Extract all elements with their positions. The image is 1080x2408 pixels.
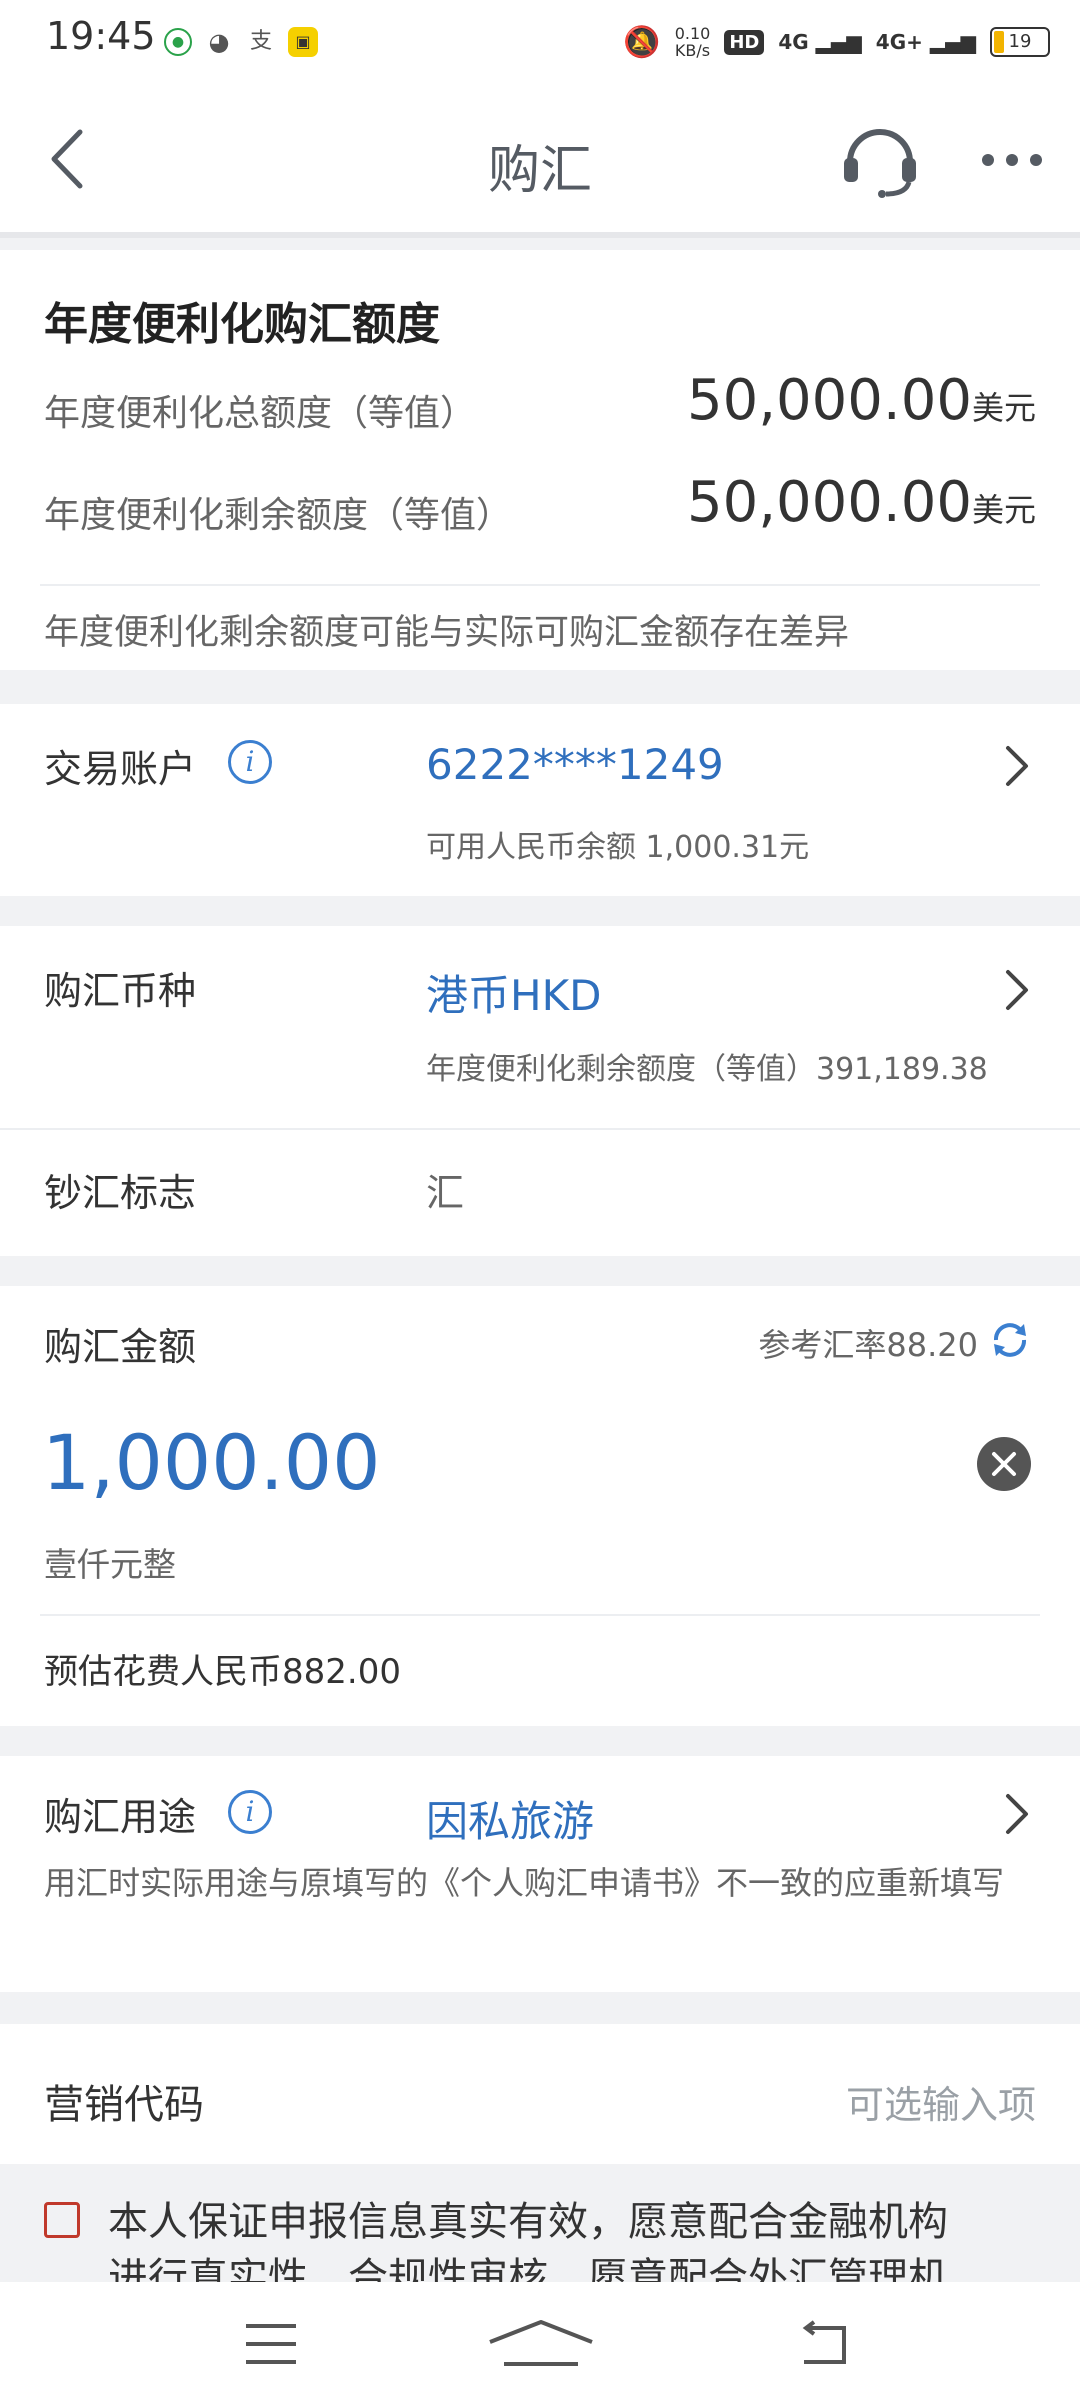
currency-row[interactable]: 购汇币种 港币HKD 年度便利化剩余额度（等值）391,189.38 xyxy=(0,926,1080,1126)
quota-remain-label: 年度便利化剩余额度（等值） xyxy=(44,495,513,536)
chevron-right-icon[interactable] xyxy=(1004,968,1030,1012)
info-icon[interactable]: i xyxy=(228,740,272,784)
net-speed: 0.10 KB/s xyxy=(674,24,711,60)
notification-icons: ● ◕ 支 ▣ xyxy=(164,24,318,60)
purpose-row[interactable]: 购汇用途 i 因私旅游 xyxy=(0,1756,1080,1860)
purpose-note: 用汇时实际用途与原填写的《个人购汇申请书》不一致的应重新填写 xyxy=(44,1864,1005,1902)
app-notification-icon: ● xyxy=(164,28,192,56)
back-nav-icon[interactable] xyxy=(794,2320,850,2368)
wechat-icon: ◕ xyxy=(208,28,230,56)
purpose-value: 因私旅游 xyxy=(426,1797,595,1846)
status-bar: 19:45 ● ◕ 支 ▣ 🔕 0.10 KB/s HD 4G ▂▄▆ 4G+ … xyxy=(0,0,1080,84)
refresh-icon[interactable] xyxy=(988,1318,1032,1362)
quota-note: 年度便利化剩余额度可能与实际可购汇金额存在差异 xyxy=(44,613,850,653)
battery-icon: 19 xyxy=(990,27,1050,57)
signal-4g-plus: 4G+ ▂▄▆ xyxy=(875,30,976,54)
currency-section: 购汇币种 港币HKD 年度便利化剩余额度（等值）391,189.38 钞汇标志 … xyxy=(0,926,1080,1256)
marketing-code-row[interactable]: 营销代码 可选输入项 xyxy=(0,2024,1080,2164)
account-balance: 可用人民币余额 1,000.31元 xyxy=(426,830,810,865)
qr-app-icon: ▣ xyxy=(288,27,318,57)
info-icon[interactable]: i xyxy=(228,1790,272,1834)
customer-service-icon[interactable] xyxy=(840,118,920,198)
alipay-icon: 支 xyxy=(249,29,272,54)
divider xyxy=(0,1128,1080,1130)
system-nav-bar xyxy=(0,2282,1080,2408)
more-icon[interactable] xyxy=(980,150,1044,170)
cash-flag-label: 钞汇标志 xyxy=(44,1171,197,1215)
amount-chinese: 壹仟元整 xyxy=(44,1545,176,1584)
amount-section: 购汇金额 参考汇率88.20 1,000.00 壹仟元整 预估花费人民币882.… xyxy=(0,1286,1080,1726)
estimated-cost: 预估花费人民币882.00 xyxy=(44,1652,401,1692)
marketing-label: 营销代码 xyxy=(44,2082,204,2128)
account-number: 6222****1249 xyxy=(426,740,724,789)
quota-remain-amount: 50,000.00美元 xyxy=(686,470,1036,535)
currency-value: 港币HKD xyxy=(426,971,602,1020)
currency-remain: 年度便利化剩余额度（等值）391,189.38 xyxy=(426,1052,988,1087)
exchange-rate: 参考汇率88.20 xyxy=(758,1326,978,1364)
amount-label: 购汇金额 xyxy=(44,1325,197,1369)
chevron-right-icon[interactable] xyxy=(1004,744,1030,788)
home-icon[interactable] xyxy=(486,2318,596,2368)
chevron-right-icon[interactable] xyxy=(1004,1792,1030,1836)
quota-card: 年度便利化购汇额度 年度便利化总额度（等值） 50,000.00美元 年度便利化… xyxy=(0,250,1080,670)
agreement-text: 本人保证申报信息真实有效，愿意配合金融机构 进行真实性、合规性审核，愿意配合外汇… xyxy=(108,2199,948,2282)
quota-total-label: 年度便利化总额度（等值） xyxy=(44,393,477,434)
purpose-section: 购汇用途 i 因私旅游 用汇时实际用途与原填写的《个人购汇申请书》不一致的应重新… xyxy=(0,1756,1080,1992)
account-label: 交易账户 xyxy=(44,747,197,791)
status-indicators: 🔕 0.10 KB/s HD 4G ▂▄▆ 4G+ ▂▄▆ 19 xyxy=(623,20,1050,64)
nav-bar: 购汇 xyxy=(0,84,1080,238)
agreement-checkbox[interactable] xyxy=(44,2202,80,2238)
account-row[interactable]: 交易账户 i 6222****1249 可用人民币余额 1,000.31元 xyxy=(0,704,1080,896)
divider xyxy=(40,1614,1040,1616)
hd-badge: HD xyxy=(724,29,765,55)
status-time: 19:45 xyxy=(46,14,156,58)
currency-label: 购汇币种 xyxy=(44,969,197,1013)
menu-icon[interactable] xyxy=(244,2322,298,2366)
mute-icon: 🔕 xyxy=(623,24,661,60)
divider xyxy=(40,584,1040,586)
cash-flag-value: 汇 xyxy=(426,1171,465,1215)
amount-input[interactable]: 1,000.00 xyxy=(42,1418,380,1507)
signal-4g: 4G ▂▄▆ xyxy=(778,30,862,54)
quota-total-amount: 50,000.00美元 xyxy=(686,368,1036,433)
clear-icon[interactable] xyxy=(976,1436,1032,1492)
agreement-section: 本人保证申报信息真实有效，愿意配合金融机构 进行真实性、合规性审核，愿意配合外汇… xyxy=(0,2166,1080,2282)
purpose-label: 购汇用途 xyxy=(44,1795,197,1839)
quota-title: 年度便利化购汇额度 xyxy=(44,299,440,350)
marketing-code-input[interactable]: 可选输入项 xyxy=(846,2074,1036,2129)
